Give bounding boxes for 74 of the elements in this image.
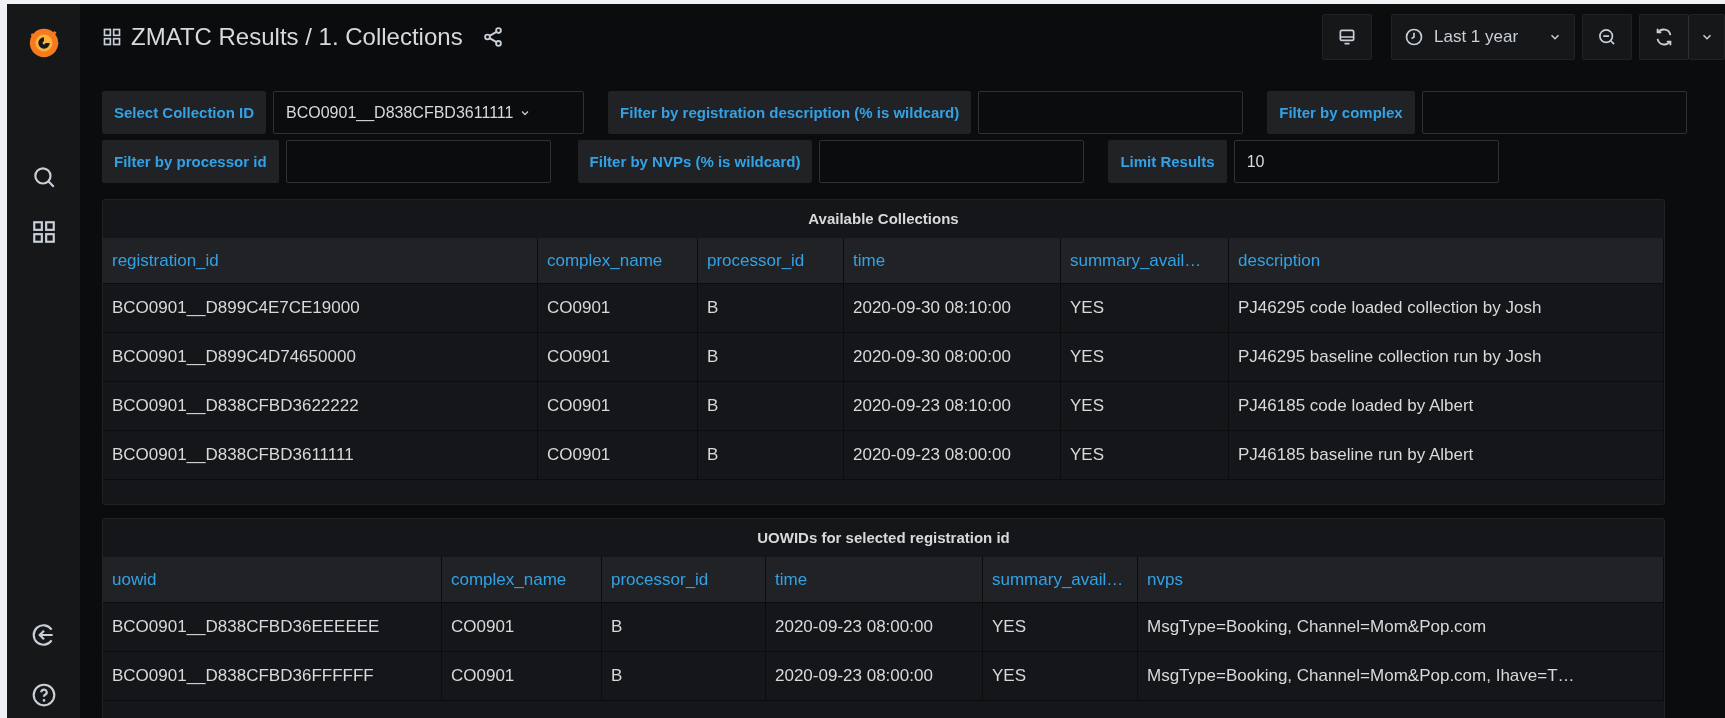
input-field[interactable]: 10 bbox=[1233, 140, 1499, 183]
filter-label: Filter by registration description (% is wildcard) bbox=[608, 91, 972, 134]
table-cell: CO0901 bbox=[442, 652, 602, 700]
table-cell: B bbox=[602, 652, 766, 700]
table-cell: YES bbox=[1061, 431, 1229, 479]
share-icon[interactable] bbox=[481, 26, 504, 48]
monitor-icon bbox=[1337, 27, 1357, 47]
table-cell: MsgType=Booking, Channel=Mom&Pop.com, Ihave=T… bbox=[1138, 652, 1664, 700]
table-cell: YES bbox=[1061, 333, 1229, 381]
panel-title: Available Collections bbox=[807, 209, 960, 229]
table-cell: BCO0901__D899C4E7CE19000 bbox=[103, 284, 538, 332]
dashboard-title[interactable]: ZMATC Results / 1. Collections bbox=[131, 23, 463, 51]
table-cell: CO0901 bbox=[538, 431, 698, 479]
table-cell: YES bbox=[1061, 382, 1229, 430]
table-cell: B bbox=[698, 382, 844, 430]
input-field[interactable] bbox=[819, 140, 1085, 183]
table-cell: MsgType=Booking, Channel=Mom&Pop.com bbox=[1138, 603, 1664, 651]
filter-label: Filter by complex bbox=[1267, 91, 1415, 134]
apps-icon[interactable] bbox=[30, 219, 57, 245]
column-header[interactable]: summary_avail… bbox=[1061, 238, 1229, 283]
column-header[interactable]: processor_id bbox=[698, 238, 844, 283]
refresh-button[interactable] bbox=[1639, 14, 1689, 60]
table-cell: CO0901 bbox=[442, 603, 602, 651]
table-cell: CO0901 bbox=[538, 284, 698, 332]
input-field[interactable] bbox=[1421, 91, 1687, 134]
input-field[interactable] bbox=[978, 91, 1244, 134]
apps-icon[interactable] bbox=[102, 27, 122, 47]
column-header[interactable]: processor_id bbox=[602, 557, 766, 602]
table-cell: 2020-09-23 08:00:00 bbox=[844, 431, 1061, 479]
table-cell: B bbox=[698, 284, 844, 332]
table-cell: CO0901 bbox=[538, 333, 698, 381]
table-cell: BCO0901__D838CFBD36EEEEEE bbox=[103, 603, 442, 651]
filter-label: Select Collection ID bbox=[102, 91, 267, 134]
column-header[interactable]: nvps bbox=[1138, 557, 1664, 602]
table-cell: PJ46185 code loaded by Albert bbox=[1229, 382, 1664, 430]
table-cell: CO0901 bbox=[538, 382, 698, 430]
table-cell: BCO0901__D899C4D74650000 bbox=[103, 333, 538, 381]
table-cell: 2020-09-30 08:00:00 bbox=[844, 333, 1061, 381]
column-header[interactable]: uowid bbox=[103, 557, 442, 602]
zoom-out-icon bbox=[1597, 27, 1617, 47]
table-cell: BCO0901__D838CFBD3611111 bbox=[103, 431, 538, 479]
time-range-picker[interactable]: Last 1 year bbox=[1391, 14, 1575, 60]
table-cell: BCO0901__D838CFBD36FFFFFF bbox=[103, 652, 442, 700]
table-cell: 2020-09-23 08:10:00 bbox=[844, 382, 1061, 430]
table-cell: PJ46295 code loaded collection by Josh bbox=[1229, 284, 1664, 332]
input-field[interactable] bbox=[285, 140, 551, 183]
table-cell: B bbox=[602, 603, 766, 651]
table-cell: YES bbox=[1061, 284, 1229, 332]
column-header[interactable]: registration_id bbox=[103, 238, 538, 283]
table-cell: BCO0901__D838CFBD3622222 bbox=[103, 382, 538, 430]
filter-label: Filter by processor id bbox=[102, 140, 279, 183]
table-cell: 2020-09-30 08:10:00 bbox=[844, 284, 1061, 332]
column-header[interactable]: complex_name bbox=[538, 238, 698, 283]
zoom-out-button[interactable] bbox=[1582, 14, 1632, 60]
table-cell: B bbox=[698, 431, 844, 479]
table-cell: PJ46295 baseline collection run by Josh bbox=[1229, 333, 1664, 381]
table-cell: 2020-09-23 08:00:00 bbox=[766, 603, 983, 651]
column-header[interactable]: complex_name bbox=[442, 557, 602, 602]
panel-title: UOWIDs for selected registration id bbox=[756, 528, 1011, 548]
column-header[interactable]: summary_avail… bbox=[983, 557, 1138, 602]
filter-label: Limit Results bbox=[1108, 140, 1227, 183]
table-cell: PJ46185 baseline run by Albert bbox=[1229, 431, 1664, 479]
table-cell: YES bbox=[983, 603, 1138, 651]
table-cell: 2020-09-23 08:00:00 bbox=[766, 652, 983, 700]
column-header[interactable]: time bbox=[844, 238, 1061, 283]
table-cell: B bbox=[698, 333, 844, 381]
filter-label: Filter by NVPs (% is wildcard) bbox=[577, 140, 813, 183]
help-icon[interactable] bbox=[30, 682, 57, 708]
tv-mode-button[interactable] bbox=[1322, 14, 1372, 60]
column-header[interactable]: time bbox=[766, 557, 983, 602]
table-cell: YES bbox=[983, 652, 1138, 700]
clock-icon bbox=[1404, 27, 1424, 47]
column-header[interactable]: description bbox=[1229, 238, 1664, 283]
collection-select[interactable]: BCO0901__D838CFBD3611111 bbox=[273, 91, 585, 134]
